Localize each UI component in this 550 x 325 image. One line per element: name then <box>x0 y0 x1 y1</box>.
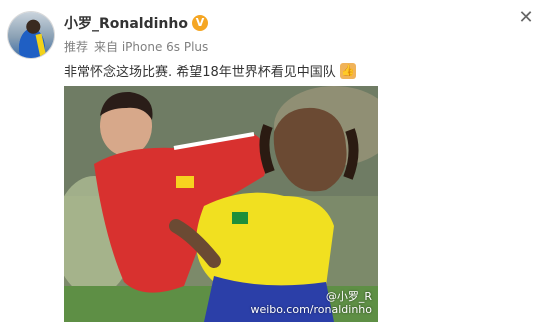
watermark-handle: @小罗_R <box>325 290 372 303</box>
weibo-post-card: 小罗_Ronaldinho V 推荐 来自 iPhone 6s Plus ✕ 非… <box>0 0 550 325</box>
close-icon[interactable]: ✕ <box>516 8 536 28</box>
source-label: 来自 iPhone 6s Plus <box>94 40 209 54</box>
football-match-photo <box>64 86 378 322</box>
username-label[interactable]: 小罗_Ronaldinho <box>64 13 188 33</box>
post-meta: 推荐 来自 iPhone 6s Plus <box>64 38 208 55</box>
post-author[interactable]: 小罗_Ronaldinho V <box>64 13 208 33</box>
avatar[interactable] <box>8 12 54 58</box>
verified-badge-icon: V <box>191 15 208 31</box>
watermark-url: weibo.com/ronaldinho <box>250 303 372 316</box>
post-photo[interactable]: @小罗_R weibo.com/ronaldinho <box>64 86 378 322</box>
post-text: 非常怀念这场比赛. 希望18年世界杯看见中国队 👍 <box>64 61 356 80</box>
avatar-jersey-stripe <box>35 33 47 58</box>
photo-watermark: @小罗_R weibo.com/ronaldinho <box>250 290 372 316</box>
thumbs-up-icon: 👍 <box>339 62 356 79</box>
post-body: 非常怀念这场比赛. 希望18年世界杯看见中国队 <box>64 65 336 80</box>
recommend-label: 推荐 <box>64 40 89 54</box>
